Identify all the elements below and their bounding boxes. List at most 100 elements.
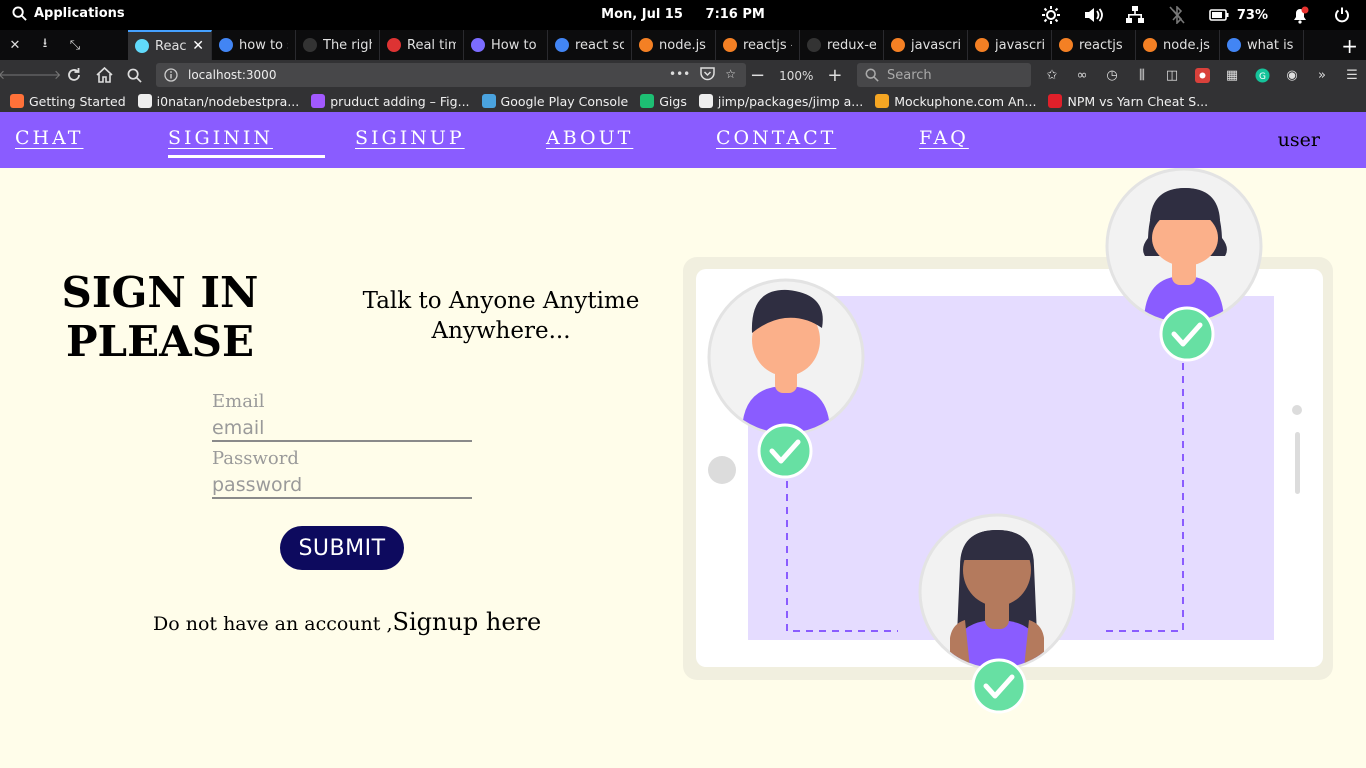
search-icon bbox=[12, 6, 27, 21]
battery-percent: 73% bbox=[1236, 7, 1268, 23]
sidebar-icon[interactable]: ◫ bbox=[1162, 65, 1182, 85]
browser-tab[interactable]: React ✕ bbox=[128, 30, 212, 60]
fiverr-icon bbox=[640, 94, 655, 108]
reload-button[interactable] bbox=[64, 65, 84, 85]
private-mask-icon[interactable]: ∞ bbox=[1072, 65, 1092, 85]
nav-link-signin[interactable]: SIGININ bbox=[168, 127, 325, 158]
nav-link-signup[interactable]: SIGINUP bbox=[355, 127, 465, 149]
close-window-icon[interactable]: ✕ bbox=[6, 35, 24, 55]
info-icon[interactable] bbox=[164, 68, 178, 82]
browser-tab[interactable]: node.js bbox=[1136, 30, 1220, 60]
search-icon bbox=[127, 68, 142, 83]
email-field[interactable] bbox=[212, 415, 472, 442]
search-bar[interactable]: Search bbox=[857, 63, 1031, 87]
bookmark-item[interactable]: Gigs bbox=[640, 94, 687, 109]
stackoverflow-icon bbox=[639, 38, 653, 52]
brightness-icon[interactable] bbox=[1041, 5, 1061, 25]
bookmark-item[interactable]: i0natan/nodebestpra... bbox=[137, 93, 300, 109]
overflow-menu-icon[interactable]: » bbox=[1312, 65, 1332, 85]
browser-tab[interactable]: what is bbox=[1220, 30, 1304, 60]
nav-link-contact[interactable]: CONTACT bbox=[716, 127, 836, 149]
browser-tab[interactable]: redux-e bbox=[800, 30, 884, 60]
notifications-icon[interactable] bbox=[1290, 5, 1310, 25]
pocket-icon[interactable] bbox=[700, 66, 715, 84]
bookmark-label: pruduct adding – Fig... bbox=[330, 93, 470, 109]
zoom-out-button[interactable]: − bbox=[750, 65, 765, 86]
bookmark-label: jimp/packages/jimp a... bbox=[717, 93, 864, 109]
avatar-bottom bbox=[918, 513, 1076, 671]
bookmark-item[interactable]: jimp/packages/jimp a... bbox=[698, 93, 864, 109]
url-text[interactable]: localhost:3000 bbox=[188, 68, 276, 82]
google-icon bbox=[555, 38, 569, 52]
history-icon[interactable]: ◷ bbox=[1102, 65, 1122, 85]
mockuphone-icon bbox=[875, 94, 890, 108]
browser-tab[interactable]: node.js bbox=[632, 30, 716, 60]
browser-tab[interactable]: reactjs - bbox=[716, 30, 800, 60]
forward-button[interactable]: 🡒 bbox=[27, 65, 62, 85]
check-icon bbox=[971, 658, 1027, 714]
signup-link[interactable]: Signup here bbox=[393, 608, 542, 636]
page-title-line-1: SIGN IN bbox=[61, 268, 259, 317]
google-icon bbox=[1227, 38, 1241, 52]
tab-label: javascri bbox=[911, 37, 960, 53]
back-button[interactable]: 🡐 bbox=[0, 65, 32, 85]
network-icon[interactable] bbox=[1125, 5, 1145, 25]
restore-window-icon[interactable]: ⤡ bbox=[66, 35, 84, 55]
power-icon[interactable] bbox=[1332, 5, 1352, 25]
zoom-in-button[interactable]: + bbox=[827, 65, 842, 86]
battery-icon[interactable] bbox=[1209, 5, 1229, 25]
browser-tab[interactable]: How to bbox=[464, 30, 548, 60]
bookmark-item[interactable]: Getting Started bbox=[10, 94, 126, 109]
check-icon bbox=[1159, 306, 1215, 362]
bookmark-item[interactable]: pruduct adding – Fig... bbox=[311, 93, 470, 109]
nav-user[interactable]: user bbox=[1278, 129, 1320, 151]
stackoverflow-icon bbox=[1143, 38, 1157, 52]
grammarly-icon[interactable]: G bbox=[1252, 65, 1272, 85]
applications-menu[interactable]: Applications bbox=[12, 6, 125, 21]
submit-button[interactable]: SUBMIT bbox=[280, 526, 404, 570]
email-label: Email bbox=[212, 391, 265, 412]
new-tab-button[interactable]: + bbox=[1341, 34, 1358, 58]
saved-bookmarks-icon[interactable]: ✩ bbox=[1042, 65, 1062, 85]
app-navbar: CHAT SIGININ SIGINUP ABOUT CONTACT FAQ u… bbox=[0, 112, 1366, 168]
bookmark-label: Google Play Console bbox=[500, 93, 629, 109]
browser-tab[interactable]: javascri bbox=[884, 30, 968, 60]
bluetooth-off-icon[interactable] bbox=[1167, 5, 1187, 25]
home-button[interactable] bbox=[94, 65, 114, 85]
stackoverflow-icon bbox=[1059, 38, 1073, 52]
clock[interactable]: Mon, Jul 15 7:16 PM bbox=[601, 7, 765, 22]
app-icon bbox=[387, 38, 401, 52]
close-tab-icon[interactable]: ✕ bbox=[192, 38, 204, 54]
nav-link-chat[interactable]: CHAT bbox=[15, 127, 83, 149]
zoom-level[interactable]: 100% bbox=[779, 69, 813, 83]
browser-tab[interactable]: The righ bbox=[296, 30, 380, 60]
download-icon[interactable]: ⭳ bbox=[36, 35, 54, 55]
tablet-camera bbox=[1292, 405, 1302, 415]
nav-link-about[interactable]: ABOUT bbox=[546, 127, 633, 149]
extension-grid-icon[interactable]: ▦ bbox=[1222, 65, 1242, 85]
bookmark-star-icon[interactable]: ☆ bbox=[725, 67, 736, 84]
bookmark-item[interactable]: Google Play Console bbox=[481, 93, 629, 109]
search-button[interactable] bbox=[124, 65, 144, 85]
browser-tab[interactable]: react sc bbox=[548, 30, 632, 60]
hamburger-menu-icon[interactable]: ☰ bbox=[1342, 65, 1362, 85]
browser-tab[interactable]: Real tim bbox=[380, 30, 464, 60]
tab-label: javascri bbox=[995, 37, 1044, 53]
nav-link-faq[interactable]: FAQ bbox=[919, 127, 969, 149]
play-icon bbox=[481, 94, 496, 108]
page-actions-icon[interactable]: ••• bbox=[669, 67, 690, 84]
url-bar[interactable]: localhost:3000 ••• ☆ bbox=[156, 63, 746, 87]
browser-tab[interactable]: javascri bbox=[968, 30, 1052, 60]
browser-tab[interactable]: reactjs bbox=[1052, 30, 1136, 60]
bookmark-label: i0natan/nodebestpra... bbox=[156, 93, 300, 109]
browser-tab[interactable]: how to s bbox=[212, 30, 296, 60]
bookmarks-bar: Getting Started i0natan/nodebestpra... pru… bbox=[0, 90, 1366, 112]
bookmark-item[interactable]: NPM vs Yarn Cheat S... bbox=[1048, 94, 1208, 109]
home-icon bbox=[95, 67, 113, 83]
library-icon[interactable]: ⫼ bbox=[1132, 65, 1152, 85]
account-icon[interactable]: ◉ bbox=[1282, 65, 1302, 85]
bookmark-item[interactable]: Mockuphone.com An... bbox=[875, 94, 1036, 109]
password-field[interactable] bbox=[212, 472, 472, 499]
extension-red-icon[interactable] bbox=[1192, 65, 1212, 85]
volume-icon[interactable] bbox=[1083, 5, 1103, 25]
